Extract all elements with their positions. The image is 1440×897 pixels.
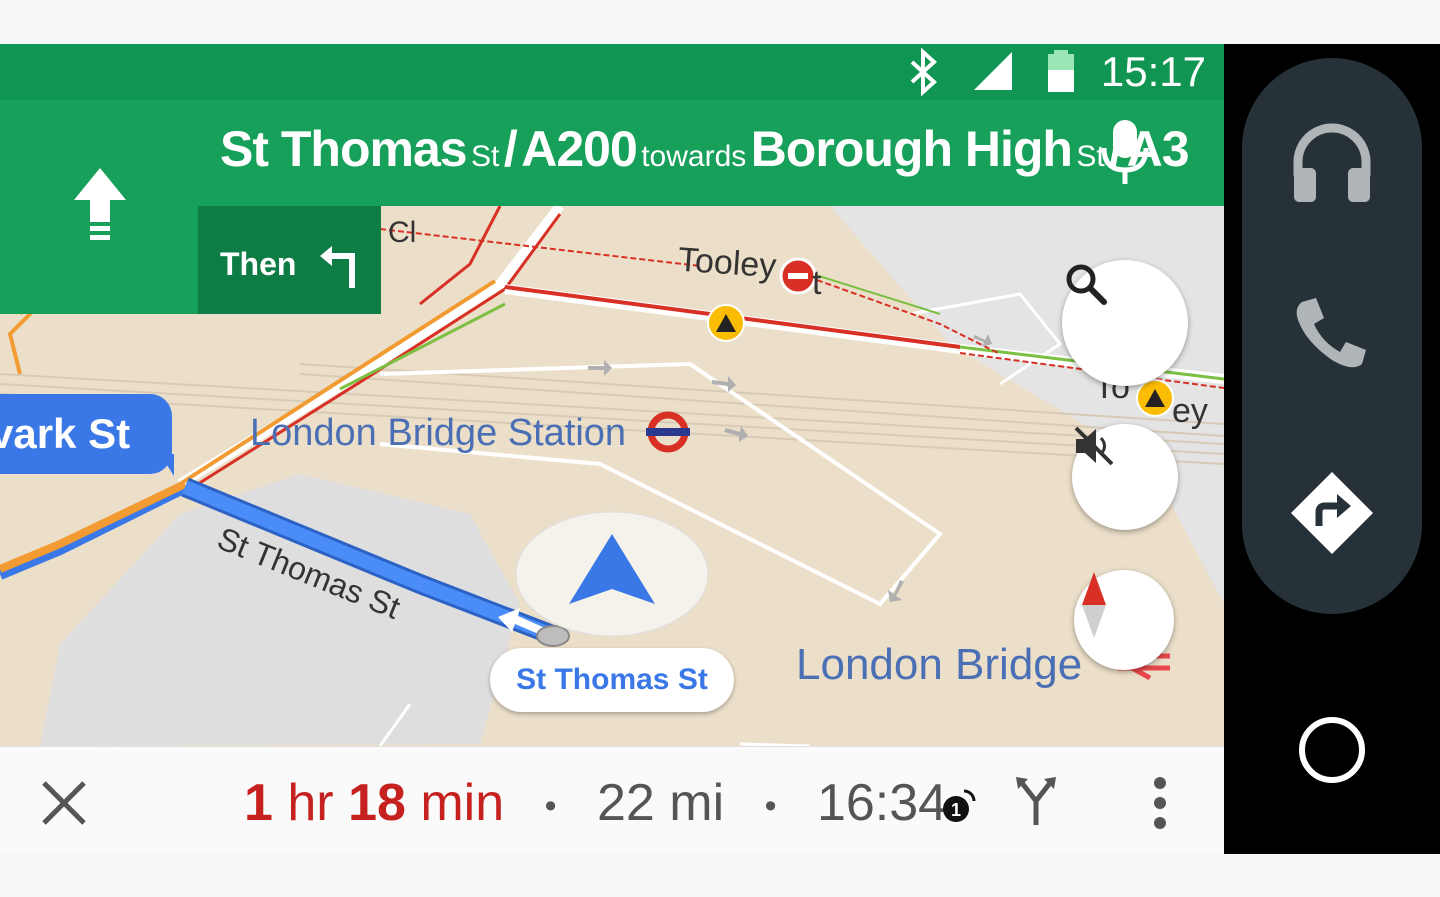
android-auto-screen: London Bridge Station London Bridge St T… xyxy=(0,44,1440,854)
arrival-time: 16:34 xyxy=(816,774,948,832)
navigation-icon[interactable] xyxy=(1289,470,1375,556)
bluetooth-icon xyxy=(910,48,937,96)
distance-remaining: 22 mi xyxy=(596,774,725,832)
then-panel: Then xyxy=(198,206,381,314)
duration-minutes: 18 xyxy=(348,774,406,832)
direction-banner[interactable]: St Thomas St / A200 towards Borough High… xyxy=(0,100,1224,206)
status-bar: 15:17 xyxy=(0,44,1224,100)
map-label-tooley-t: t xyxy=(812,264,822,302)
current-road-pill: St Thomas St xyxy=(490,648,734,712)
app-rail-pill xyxy=(1242,58,1422,614)
duration-hours-unit: hr xyxy=(272,774,349,832)
map-label-cl: Cl xyxy=(388,216,417,249)
road-name-1: St Thomas xyxy=(220,121,468,177)
current-street-tag: vark St xyxy=(0,394,174,476)
status-time: 15:17 xyxy=(1100,48,1206,95)
towards-label: towards xyxy=(641,140,747,173)
separator-dot: • xyxy=(764,786,777,825)
turn-left-icon xyxy=(320,246,355,288)
battery-icon xyxy=(1048,50,1074,92)
then-label: Then xyxy=(220,246,297,282)
phone-icon[interactable] xyxy=(1292,294,1372,374)
road-suffix-1: St xyxy=(471,140,500,173)
app-rail xyxy=(1224,44,1440,854)
duration-minutes-unit: min xyxy=(405,774,505,832)
close-icon[interactable] xyxy=(40,779,88,827)
alternate-routes-icon[interactable] xyxy=(1014,775,1058,827)
map-label-london-bridge: London Bridge xyxy=(796,640,1083,689)
maneuver-panel xyxy=(0,168,198,314)
headphones-icon[interactable] xyxy=(1290,120,1374,204)
separator-dot: • xyxy=(544,786,557,825)
volume-off-icon xyxy=(1074,426,1114,466)
eta-summary: 1 hr 18 min • 22 mi • 16:34 xyxy=(244,773,947,833)
road-name-3: Borough High xyxy=(750,121,1073,177)
road-name-2: A200 xyxy=(521,121,638,177)
signal-icon xyxy=(974,52,1012,90)
more-options-icon[interactable] xyxy=(1152,777,1168,829)
map-label-tooley-right-end: ey xyxy=(1172,392,1208,430)
svg-text:1: 1 xyxy=(951,800,961,820)
map-label-tooley: Tooley xyxy=(676,240,778,286)
compass-icon xyxy=(1082,572,1106,638)
current-street-label: vark St xyxy=(0,410,131,457)
map-label-london-bridge-station: London Bridge Station xyxy=(250,412,627,454)
microphone-icon[interactable] xyxy=(1098,118,1152,188)
mute-button[interactable] xyxy=(1072,424,1178,530)
search-icon xyxy=(1066,264,1107,305)
home-icon[interactable] xyxy=(1296,714,1368,786)
trip-info-bar[interactable]: 1 hr 18 min • 22 mi • 16:34 1 xyxy=(0,746,1224,854)
search-button[interactable] xyxy=(1062,260,1188,386)
straight-arrow-icon xyxy=(74,168,126,240)
compass-button[interactable] xyxy=(1074,570,1174,670)
duration-hours: 1 xyxy=(244,774,273,832)
timezone-clock-icon: 1 xyxy=(943,789,976,822)
direction-text: St Thomas St / A200 towards Borough High… xyxy=(220,120,1190,178)
street-tag-pointer xyxy=(160,454,174,476)
road-separator-1: / xyxy=(503,121,518,177)
